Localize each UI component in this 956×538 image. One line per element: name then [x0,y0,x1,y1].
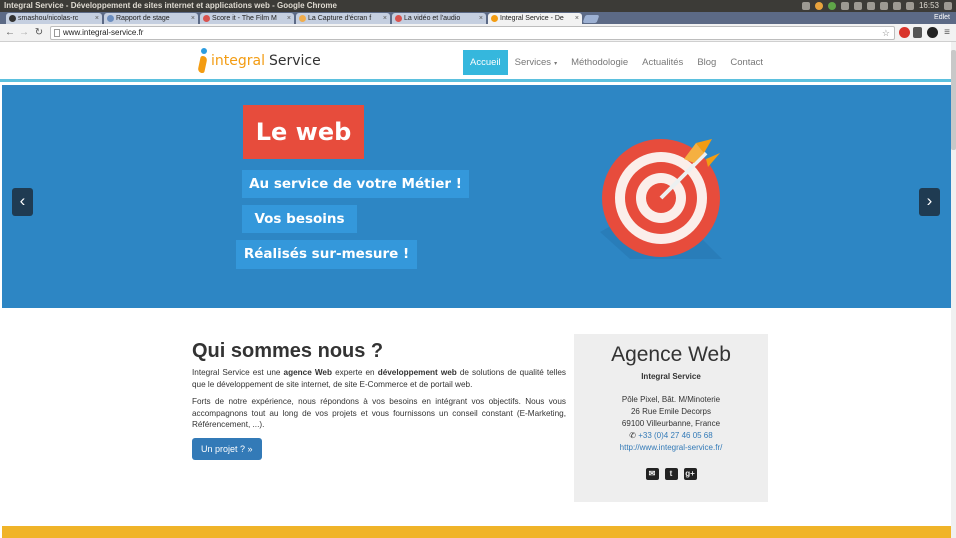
footer-band [2,526,951,538]
close-icon[interactable]: × [287,13,291,24]
reload-icon[interactable]: ↻ [33,26,45,39]
profile-name[interactable]: Edlet [934,12,950,24]
url-text[interactable]: www.integral-service.fr [63,27,143,39]
bookmark-star-icon[interactable]: ☆ [882,27,890,39]
tab-score-it[interactable]: Score it - The Film M × [200,13,294,24]
hero-line-2: Vos besoins [242,205,357,233]
integral-favicon-icon [491,15,498,22]
caret-down-icon: ▾ [554,61,558,67]
clock[interactable]: 16:53 [919,0,939,12]
volume-icon[interactable] [905,2,914,10]
agency-website-link[interactable]: http://www.integral-service.fr/ [620,443,723,452]
page-icon [395,15,402,22]
tab-strip: smashou/nicolas-rc × Rapport de stage × … [0,12,956,24]
close-icon[interactable]: × [95,13,99,24]
page-icon [299,15,306,22]
close-icon[interactable]: × [383,13,387,24]
system-tray: 16:53 [801,0,952,12]
mail-icon[interactable] [879,2,888,10]
tab-rapport[interactable]: Rapport de stage × [104,13,198,24]
carousel-prev-button[interactable]: ‹ [12,188,33,216]
target-icon [600,139,722,259]
nav-blog[interactable]: Blog [690,50,723,75]
menu-icon[interactable]: ≡ [941,26,953,39]
hero-carousel: Le web Au service de votre Métier ! Vos … [2,85,951,308]
os-title-bar: Integral Service - Développement de site… [0,0,956,12]
keyboard-icon[interactable] [840,2,849,10]
network-icon[interactable] [866,2,875,10]
close-icon[interactable]: × [575,13,579,24]
browser-toolbar: ← → ↻ www.integral-service.fr ☆ ≡ [0,24,956,42]
hero-line-3: Réalisés sur-mesure ! [236,240,417,269]
address-bar[interactable]: www.integral-service.fr ☆ [50,26,895,40]
tab-integral-service[interactable]: Integral Service - De × [488,13,582,24]
back-icon[interactable]: ← [4,26,16,39]
agency-name: Integral Service [641,372,701,381]
nav-contact[interactable]: Contact [723,50,770,75]
page-icon [54,29,60,37]
close-icon[interactable]: × [191,13,195,24]
email-icon[interactable]: ✉ [645,468,659,480]
tab-video[interactable]: La vidéo et l'audio × [392,13,486,24]
carousel-next-button[interactable]: › [919,188,940,216]
agency-address: Pôle Pixel, Bât. M/Minoterie 26 Rue Emil… [574,394,768,454]
hero-title: Le web [243,105,364,159]
score-it-icon [203,15,210,22]
site-header: integral Service Accueil Services ▾ Métho… [0,42,956,82]
window-title: Integral Service - Développement de site… [4,1,337,10]
about-paragraph-1: Integral Service est une agence Web expe… [192,368,566,389]
site-logo[interactable]: integral Service [197,46,321,76]
extension-icon[interactable] [913,27,922,38]
battery-icon[interactable] [892,2,901,10]
extension-icon[interactable] [927,27,938,38]
github-icon [9,15,16,22]
hero-line-1: Au service de votre Métier ! [242,170,469,198]
nav-services[interactable]: Services ▾ [508,50,564,75]
adblock-icon[interactable] [899,27,910,38]
about-title: Qui sommes nous ? [192,340,384,362]
google-plus-icon[interactable]: g+ [683,468,697,480]
nav-actualites[interactable]: Actualités [635,50,690,75]
agency-phone[interactable]: ✆ +33 (0)4 27 46 05 68 [574,430,768,442]
twitter-icon[interactable]: t [664,468,678,480]
nav-accueil[interactable]: Accueil [463,50,508,75]
chevron-right-icon: › [926,191,933,210]
sync-icon[interactable] [827,2,836,10]
agency-title: Agence Web [611,343,731,366]
project-button[interactable]: Un projet ? » [192,437,262,460]
agency-card: Agence Web Integral Service Pôle Pixel, … [574,334,768,502]
folder-icon[interactable] [801,2,810,10]
close-icon[interactable]: × [479,13,483,24]
about-paragraph-2: Forts de notre expérience, nous répondon… [192,397,566,430]
about-section: Qui sommes nous ? Integral Service est u… [192,340,566,460]
phone-icon: ✆ [629,431,636,440]
bluetooth-icon[interactable] [853,2,862,10]
tab-capture[interactable]: La Capture d'écran f × [296,13,390,24]
tab-github[interactable]: smashou/nicolas-rc × [6,13,102,24]
gear-icon[interactable] [944,2,952,10]
screen: Integral Service - Développement de site… [0,0,956,538]
new-tab-button[interactable] [582,15,600,23]
social-links: ✉ t g+ [574,468,768,480]
document-icon [107,15,114,22]
scrollbar[interactable] [951,42,956,538]
chevron-left-icon: ‹ [19,191,26,210]
chrome-icon[interactable] [814,2,823,10]
main-nav: Accueil Services ▾ Méthodologie Actualité… [463,50,770,75]
forward-icon[interactable]: → [18,26,30,39]
scrollbar-thumb[interactable] [951,50,956,150]
logo-mark [197,47,210,75]
nav-methodologie[interactable]: Méthodologie [564,50,635,75]
